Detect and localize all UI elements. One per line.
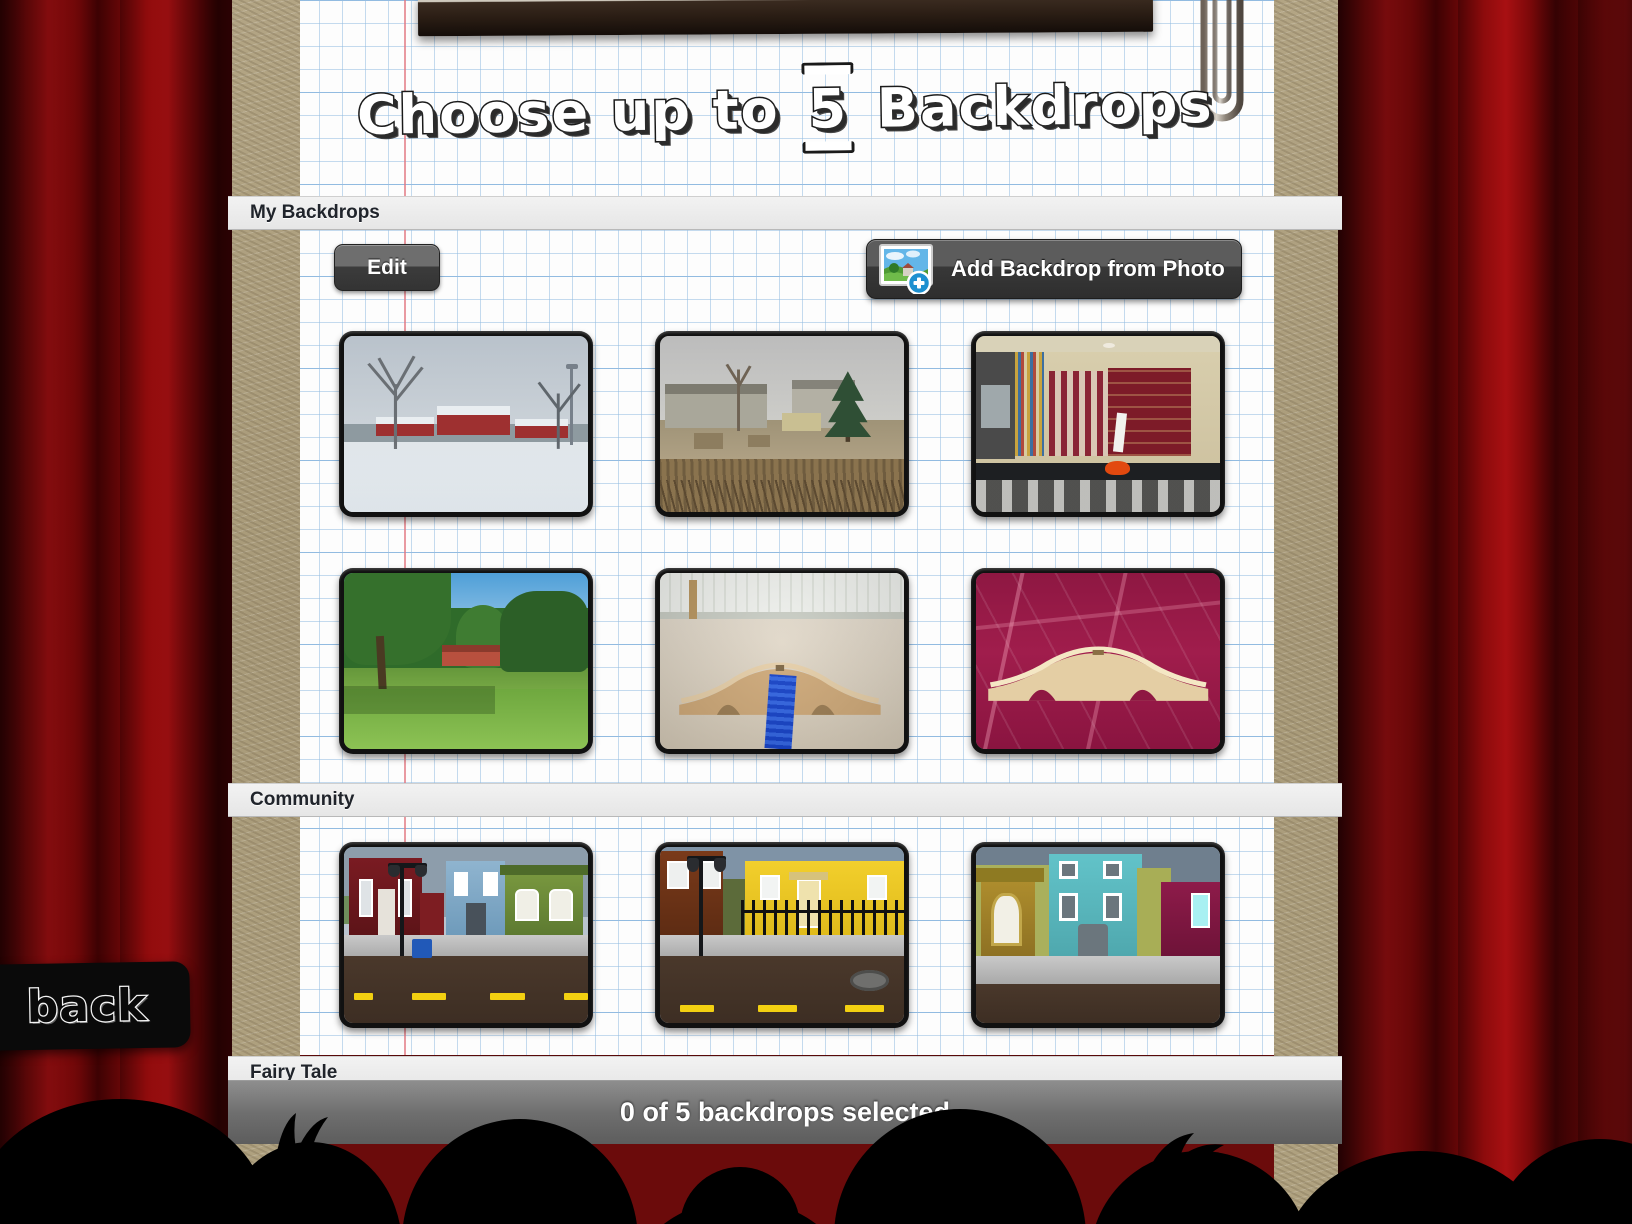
- title-max-count: 5: [800, 76, 856, 143]
- back-button[interactable]: back: [0, 961, 191, 1051]
- cardboard-strip-right: [1274, 0, 1342, 1224]
- backdrop-thumbnail-wooden-toy-bridge-floor[interactable]: [655, 568, 909, 754]
- title-text-part2: Backdrops: [875, 71, 1216, 142]
- add-backdrop-from-photo-button[interactable]: Add Backdrop from Photo: [866, 239, 1242, 299]
- backdrop-thumbnail-winter-yard-buildings[interactable]: [655, 331, 909, 517]
- backdrop-thumbnail-street-red-blue-green-houses[interactable]: [339, 842, 593, 1028]
- title-text-part1: Choose up to: [355, 77, 781, 149]
- page-title: Choose up to 5 Backdrops: [296, 71, 1274, 149]
- backdrop-thumbnail-snowy-field-red-barn[interactable]: [339, 331, 593, 517]
- back-button-label: back: [25, 978, 149, 1034]
- section-header-my-backdrops: My Backdrops: [228, 196, 1342, 230]
- section-label-my-backdrops: My Backdrops: [250, 202, 380, 223]
- backdrop-thumbnail-summer-green-lawn-tree[interactable]: [339, 568, 593, 754]
- photo-landscape-icon: [879, 244, 941, 296]
- selection-status-text: 0 of 5 backdrops selected: [619, 1097, 951, 1127]
- backdrop-thumbnail-indoor-stage-red-tapestry[interactable]: [971, 331, 1225, 517]
- cardboard-strip-left: [228, 0, 300, 1224]
- backdrop-thumbnail-street-yellow-house-fence[interactable]: [655, 842, 909, 1028]
- section-header-community: Community: [228, 783, 1342, 817]
- edit-button[interactable]: Edit: [334, 244, 440, 291]
- curtain-right: [1338, 0, 1632, 1224]
- wooden-ruler-bar: [417, 0, 1154, 37]
- stage-background: Choose up to 5 Backdrops My Backdrops Ed…: [0, 0, 1632, 1224]
- backdrop-thumbnail-street-gold-turquoise-houses[interactable]: [971, 842, 1225, 1028]
- section-label-community: Community: [250, 789, 355, 810]
- status-bar: 0 of 5 backdrops selected: [228, 1080, 1342, 1144]
- edit-button-label: Edit: [367, 255, 407, 279]
- backdrop-thumbnail-wooden-toy-bridge-carpet[interactable]: [971, 568, 1225, 754]
- add-backdrop-button-label: Add Backdrop from Photo: [951, 256, 1225, 281]
